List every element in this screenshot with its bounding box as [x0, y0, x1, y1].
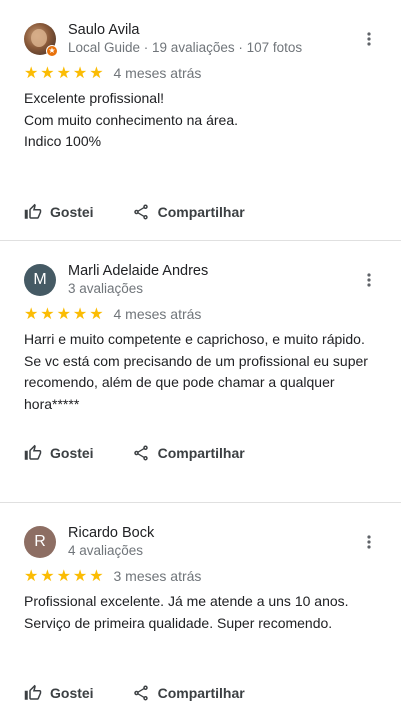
- reviewer-meta: 4 avaliações: [68, 543, 144, 558]
- review-card: M Marli Adelaide Andres 3 avaliações ★ ★ ★…: [0, 241, 401, 503]
- like-button[interactable]: Gostei: [12, 435, 106, 471]
- reviewer-name[interactable]: Saulo Avila: [68, 21, 357, 39]
- review-card: ★ Saulo Avila Local Guide · 19 avaliaçõe…: [0, 0, 401, 241]
- review-actions: Gostei Compartilhar: [12, 194, 401, 230]
- share-icon: [133, 445, 148, 461]
- share-button[interactable]: Compartilhar: [120, 194, 257, 230]
- review-header: R Ricardo Bock 4 avaliações: [24, 524, 401, 560]
- like-label: Gostei: [50, 685, 94, 701]
- thumb-up-icon: [24, 684, 42, 700]
- share-label: Compartilhar: [157, 685, 245, 701]
- star-icon: ★: [89, 64, 104, 82]
- avatar-initial: R: [34, 533, 46, 550]
- review-time: 4 meses atrás: [113, 306, 202, 322]
- reviewer-info: Ricardo Bock 4 avaliações: [68, 524, 357, 560]
- thumb-up-icon: [24, 203, 42, 219]
- reviewer-meta: Local Guide · 19 avaliações · 107 fotos: [68, 40, 303, 55]
- more-options-button[interactable]: [357, 530, 381, 554]
- star-icon: ★: [40, 567, 55, 585]
- star-icon: ★: [56, 64, 71, 82]
- review-text: Profissional excelente. Já me atende a u…: [24, 593, 349, 631]
- more-vert-icon: [367, 535, 371, 549]
- review-card: R Ricardo Bock 4 avaliações ★ ★ ★ ★ ★ 3 mese…: [0, 503, 401, 722]
- star-icon: ★: [72, 567, 88, 585]
- avatar[interactable]: M: [24, 264, 56, 296]
- review-actions: Gostei Compartilhar: [12, 675, 401, 711]
- avatar-photo: [31, 29, 47, 47]
- review-text: Harri e muito competente e caprichoso, e…: [24, 331, 368, 412]
- star-icon: ★: [40, 305, 55, 323]
- rating-row: ★ ★ ★ ★ ★ 4 meses atrás: [24, 64, 401, 82]
- more-options-button[interactable]: [357, 268, 381, 292]
- star-rating: ★ ★ ★ ★ ★: [24, 567, 105, 585]
- like-button[interactable]: Gostei: [12, 675, 106, 711]
- like-label: Gostei: [50, 445, 94, 461]
- like-button[interactable]: Gostei: [12, 194, 106, 230]
- reviewer-info: Marli Adelaide Andres 3 avaliações: [68, 262, 357, 298]
- star-icon: ★: [72, 64, 88, 82]
- local-guide-badge-icon: ★: [46, 45, 58, 57]
- more-options-button[interactable]: [357, 27, 381, 51]
- star-icon: ★: [56, 305, 71, 323]
- rating-row: ★ ★ ★ ★ ★ 4 meses atrás: [24, 305, 401, 323]
- avatar-initial: M: [33, 271, 47, 288]
- review-time: 3 meses atrás: [113, 568, 202, 584]
- review-time: 4 meses atrás: [113, 65, 202, 81]
- reviewer-name[interactable]: Marli Adelaide Andres: [68, 262, 357, 280]
- share-label: Compartilhar: [157, 445, 245, 461]
- star-icon: ★: [72, 305, 88, 323]
- star-rating: ★ ★ ★ ★ ★: [24, 305, 105, 323]
- star-icon: ★: [24, 64, 39, 82]
- reviewer-info: Saulo Avila Local Guide · 19 avaliações …: [68, 21, 357, 57]
- share-label: Compartilhar: [157, 204, 245, 220]
- review-actions: Gostei Compartilhar: [12, 435, 401, 471]
- review-header: M Marli Adelaide Andres 3 avaliações: [24, 262, 401, 298]
- review-header: ★ Saulo Avila Local Guide · 19 avaliaçõe…: [24, 21, 401, 57]
- more-vert-icon: [367, 32, 371, 46]
- star-icon: ★: [40, 64, 55, 82]
- reviewer-name[interactable]: Ricardo Bock: [68, 524, 357, 542]
- share-button[interactable]: Compartilhar: [120, 675, 257, 711]
- share-button[interactable]: Compartilhar: [120, 435, 257, 471]
- reviewer-meta: 3 avaliações: [68, 281, 144, 296]
- rating-row: ★ ★ ★ ★ ★ 3 meses atrás: [24, 567, 401, 585]
- review-text: Excelente profissional! Com muito conhec…: [24, 90, 238, 149]
- avatar[interactable]: ★: [24, 23, 58, 57]
- star-icon: ★: [56, 567, 71, 585]
- share-icon: [133, 685, 148, 701]
- reviews-list: ★ Saulo Avila Local Guide · 19 avaliaçõe…: [0, 0, 401, 722]
- star-icon: ★: [24, 305, 39, 323]
- share-icon: [133, 204, 148, 220]
- star-icon: ★: [89, 305, 104, 323]
- star-icon: ★: [89, 567, 104, 585]
- avatar[interactable]: R: [24, 526, 56, 558]
- star-rating: ★ ★ ★ ★ ★: [24, 64, 105, 82]
- like-label: Gostei: [50, 204, 94, 220]
- thumb-up-icon: [24, 444, 42, 460]
- star-icon: ★: [24, 567, 39, 585]
- more-vert-icon: [367, 273, 371, 287]
